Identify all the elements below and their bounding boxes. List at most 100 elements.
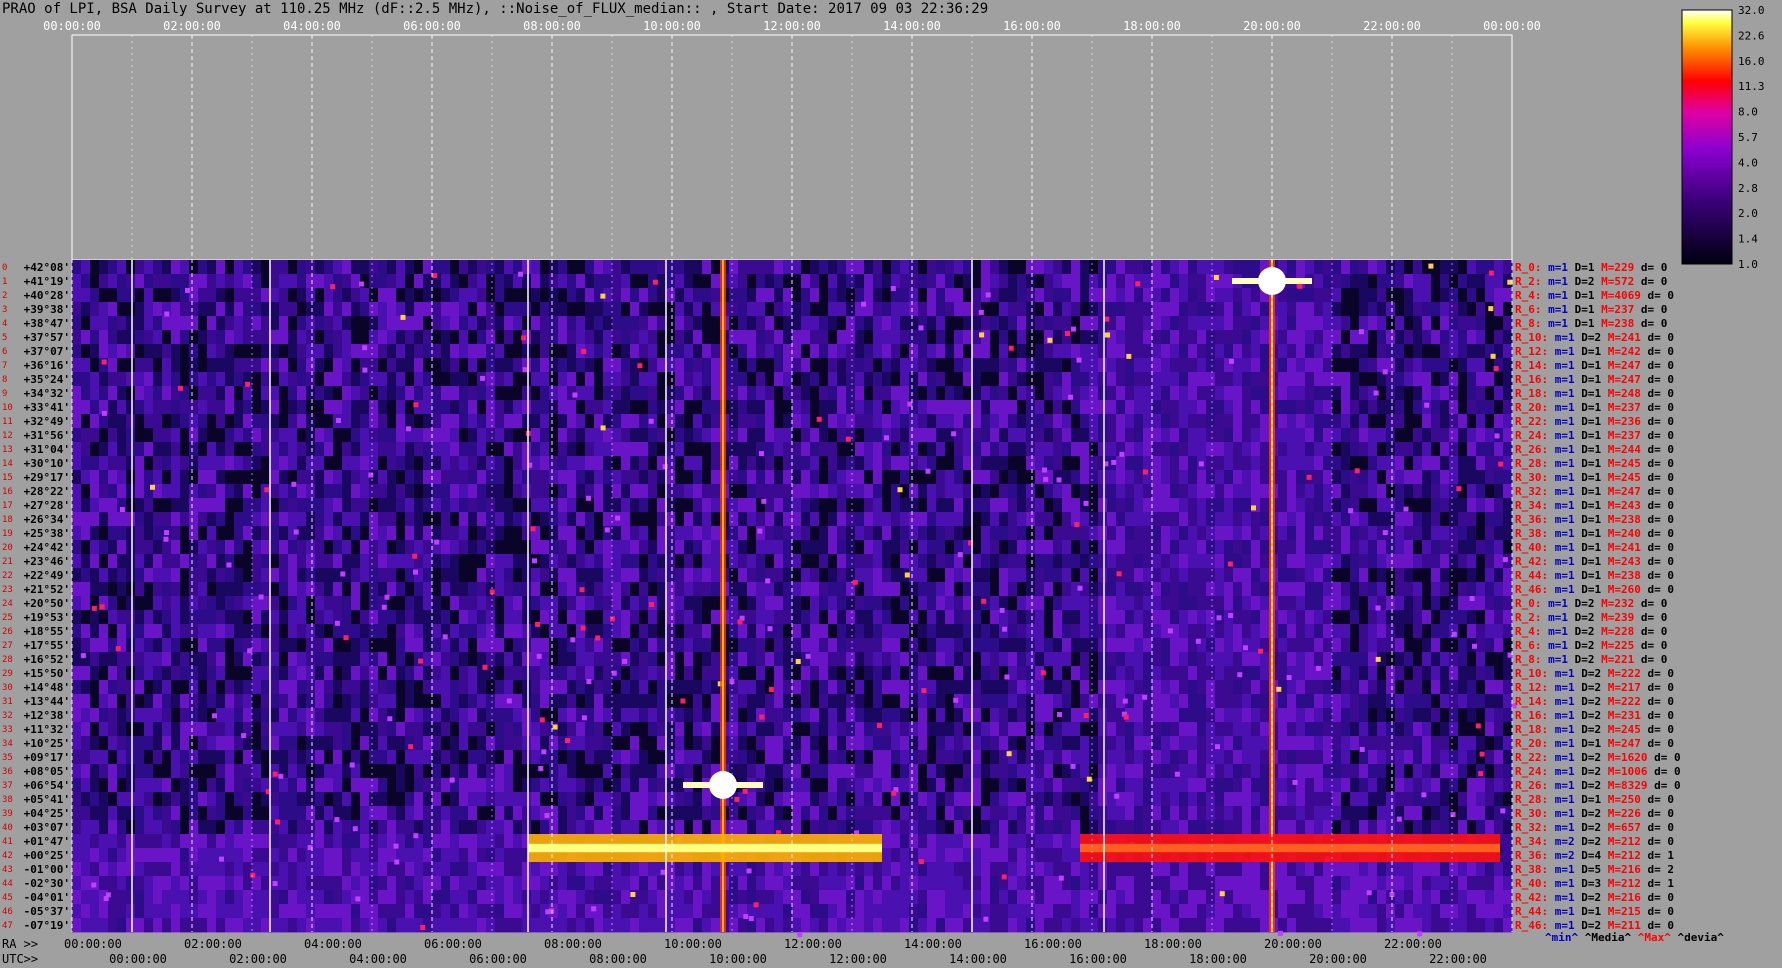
heat-cell <box>1134 302 1144 317</box>
heat-cell <box>1161 414 1171 429</box>
heat-cell <box>396 330 406 345</box>
heat-cell <box>1017 596 1027 611</box>
heat-cell <box>774 302 784 317</box>
heat-cell <box>531 666 541 681</box>
heat-cell <box>495 680 505 695</box>
heat-cell <box>225 456 235 471</box>
heat-cell <box>1170 372 1180 387</box>
heat-cell <box>1062 260 1072 275</box>
heat-cell <box>1323 372 1333 387</box>
heat-cell <box>495 386 505 401</box>
heat-cell <box>1431 540 1441 555</box>
heat-cell <box>450 526 460 541</box>
heat-cell <box>468 484 478 499</box>
heat-cell <box>1179 484 1189 499</box>
heat-cell <box>495 288 505 303</box>
heat-cell <box>927 638 937 653</box>
heat-cell <box>810 596 820 611</box>
heat-cell <box>1296 484 1306 499</box>
heat-cell <box>1323 582 1333 597</box>
heat-cell <box>1215 652 1225 667</box>
heat-cell <box>1215 680 1225 695</box>
heat-cell <box>72 470 82 485</box>
heat-cell <box>180 428 190 443</box>
heat-cell <box>918 358 928 373</box>
heat-cell <box>180 344 190 359</box>
heat-cell <box>162 540 172 555</box>
heat-cell <box>144 372 154 387</box>
heat-cell <box>711 260 721 275</box>
heat-cell <box>1080 442 1090 457</box>
heat-cell <box>225 470 235 485</box>
heat-cell <box>594 330 604 345</box>
heat-cell <box>819 428 829 443</box>
heat-cell <box>1116 456 1126 471</box>
heat-cell <box>693 680 703 695</box>
heat-cell <box>171 316 181 331</box>
heat-cell <box>216 358 226 373</box>
heat-cell <box>468 330 478 345</box>
heat-cell <box>819 274 829 289</box>
heat-cell <box>1323 414 1333 429</box>
heat-cell <box>90 638 100 653</box>
heat-cell <box>954 596 964 611</box>
heat-cell <box>1467 568 1477 583</box>
heat-cell <box>1224 540 1234 555</box>
heat-cell <box>1305 512 1315 527</box>
heat-cell <box>954 386 964 401</box>
heat-cell <box>126 428 136 443</box>
heat-cell <box>1413 666 1423 681</box>
heat-cell <box>486 372 496 387</box>
heat-cell <box>531 470 541 485</box>
heat-cell <box>603 666 613 681</box>
heat-cell <box>558 372 568 387</box>
heat-cell <box>792 568 802 583</box>
heat-cell <box>135 610 145 625</box>
heat-cell <box>648 652 658 667</box>
heat-cell <box>261 288 271 303</box>
heat-cell <box>936 288 946 303</box>
heat-cell <box>567 428 577 443</box>
heat-cell <box>1260 400 1270 415</box>
heat-cell <box>909 554 919 569</box>
heat-cell <box>882 372 892 387</box>
heat-cell <box>207 484 217 499</box>
heat-cell <box>1143 554 1153 569</box>
heat-cell <box>639 302 649 317</box>
heat-cell <box>135 638 145 653</box>
heat-cell <box>153 512 163 527</box>
heat-cell <box>468 302 478 317</box>
heat-cell <box>441 470 451 485</box>
heat-cell <box>918 638 928 653</box>
heat-cell <box>135 484 145 499</box>
heat-cell <box>405 680 415 695</box>
heat-cell <box>765 610 775 625</box>
heat-cell <box>108 666 118 681</box>
heat-cell <box>405 666 415 681</box>
heat-cell <box>315 274 325 289</box>
heat-cell <box>324 428 334 443</box>
heat-cell <box>225 344 235 359</box>
heat-cell <box>288 624 298 639</box>
heat-cell <box>774 274 784 289</box>
heat-cell <box>81 302 91 317</box>
heat-cell <box>558 596 568 611</box>
heat-cell <box>576 610 586 625</box>
heat-cell <box>1026 526 1036 541</box>
heat-cell <box>1278 386 1288 401</box>
heat-cell <box>198 330 208 345</box>
heat-cell <box>1458 582 1468 597</box>
heat-cell <box>153 470 163 485</box>
heat-cell <box>765 414 775 429</box>
heat-cell <box>792 414 802 429</box>
heat-cell <box>558 344 568 359</box>
heat-cell <box>396 470 406 485</box>
heat-cell <box>1116 666 1126 681</box>
heat-cell <box>306 610 316 625</box>
heat-cell <box>711 596 721 611</box>
heat-cell <box>774 260 784 275</box>
heat-cell <box>1170 470 1180 485</box>
heat-cell <box>594 526 604 541</box>
heat-cell <box>207 568 217 583</box>
heat-cell <box>828 386 838 401</box>
